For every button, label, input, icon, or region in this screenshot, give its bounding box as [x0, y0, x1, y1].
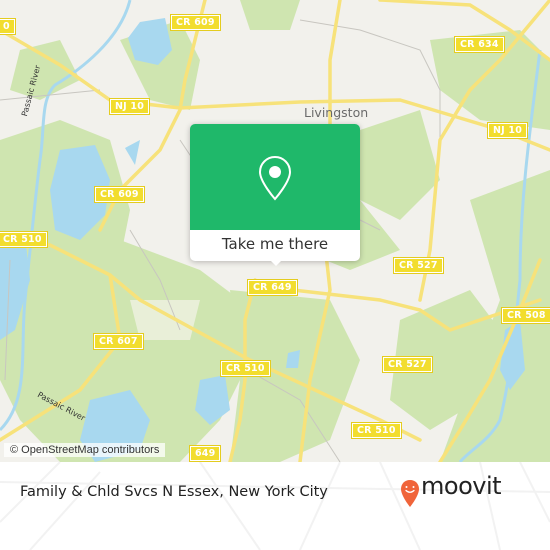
location-popup[interactable]: Take me there — [190, 124, 360, 266]
footer-bar: Family & Chld Svcs N Essex, New York Cit… — [0, 462, 550, 550]
moovit-smiley-pin-icon — [401, 480, 419, 507]
road-shield: CR 609 — [170, 14, 221, 31]
road-shield: CR 607 — [93, 333, 144, 350]
road-shield: CR 634 — [454, 36, 505, 53]
location-title: Family & Chld Svcs N Essex, New York Cit… — [20, 484, 328, 500]
road-shield: 0 — [0, 18, 16, 35]
road-shield: CR 510 — [0, 231, 48, 248]
road-shield: NJ 10 — [108, 98, 151, 115]
road-shield: CR 649 — [247, 279, 298, 296]
map-view[interactable]: Livingston Passaic River Passaic River C… — [0, 0, 550, 462]
road-shield: CR 510 — [351, 422, 402, 439]
road-shield: CR 508 — [501, 307, 550, 324]
road-shield: CR 527 — [393, 257, 444, 274]
road-shield: CR 609 — [94, 186, 145, 203]
road-shield: NJ 10 — [486, 122, 529, 139]
road-shield: CR 527 — [382, 356, 433, 373]
road-shield: 649 — [188, 445, 222, 462]
popup-pointer — [268, 258, 284, 266]
place-label-livingston: Livingston — [304, 105, 369, 120]
map-pin-icon — [258, 155, 292, 201]
moovit-logo[interactable]: moovit — [421, 472, 502, 500]
road-shield: CR 510 — [220, 360, 271, 377]
popup-header[interactable] — [190, 124, 360, 230]
map-attribution[interactable]: © OpenStreetMap contributors — [4, 443, 166, 457]
take-me-there-button[interactable]: Take me there — [190, 230, 360, 261]
